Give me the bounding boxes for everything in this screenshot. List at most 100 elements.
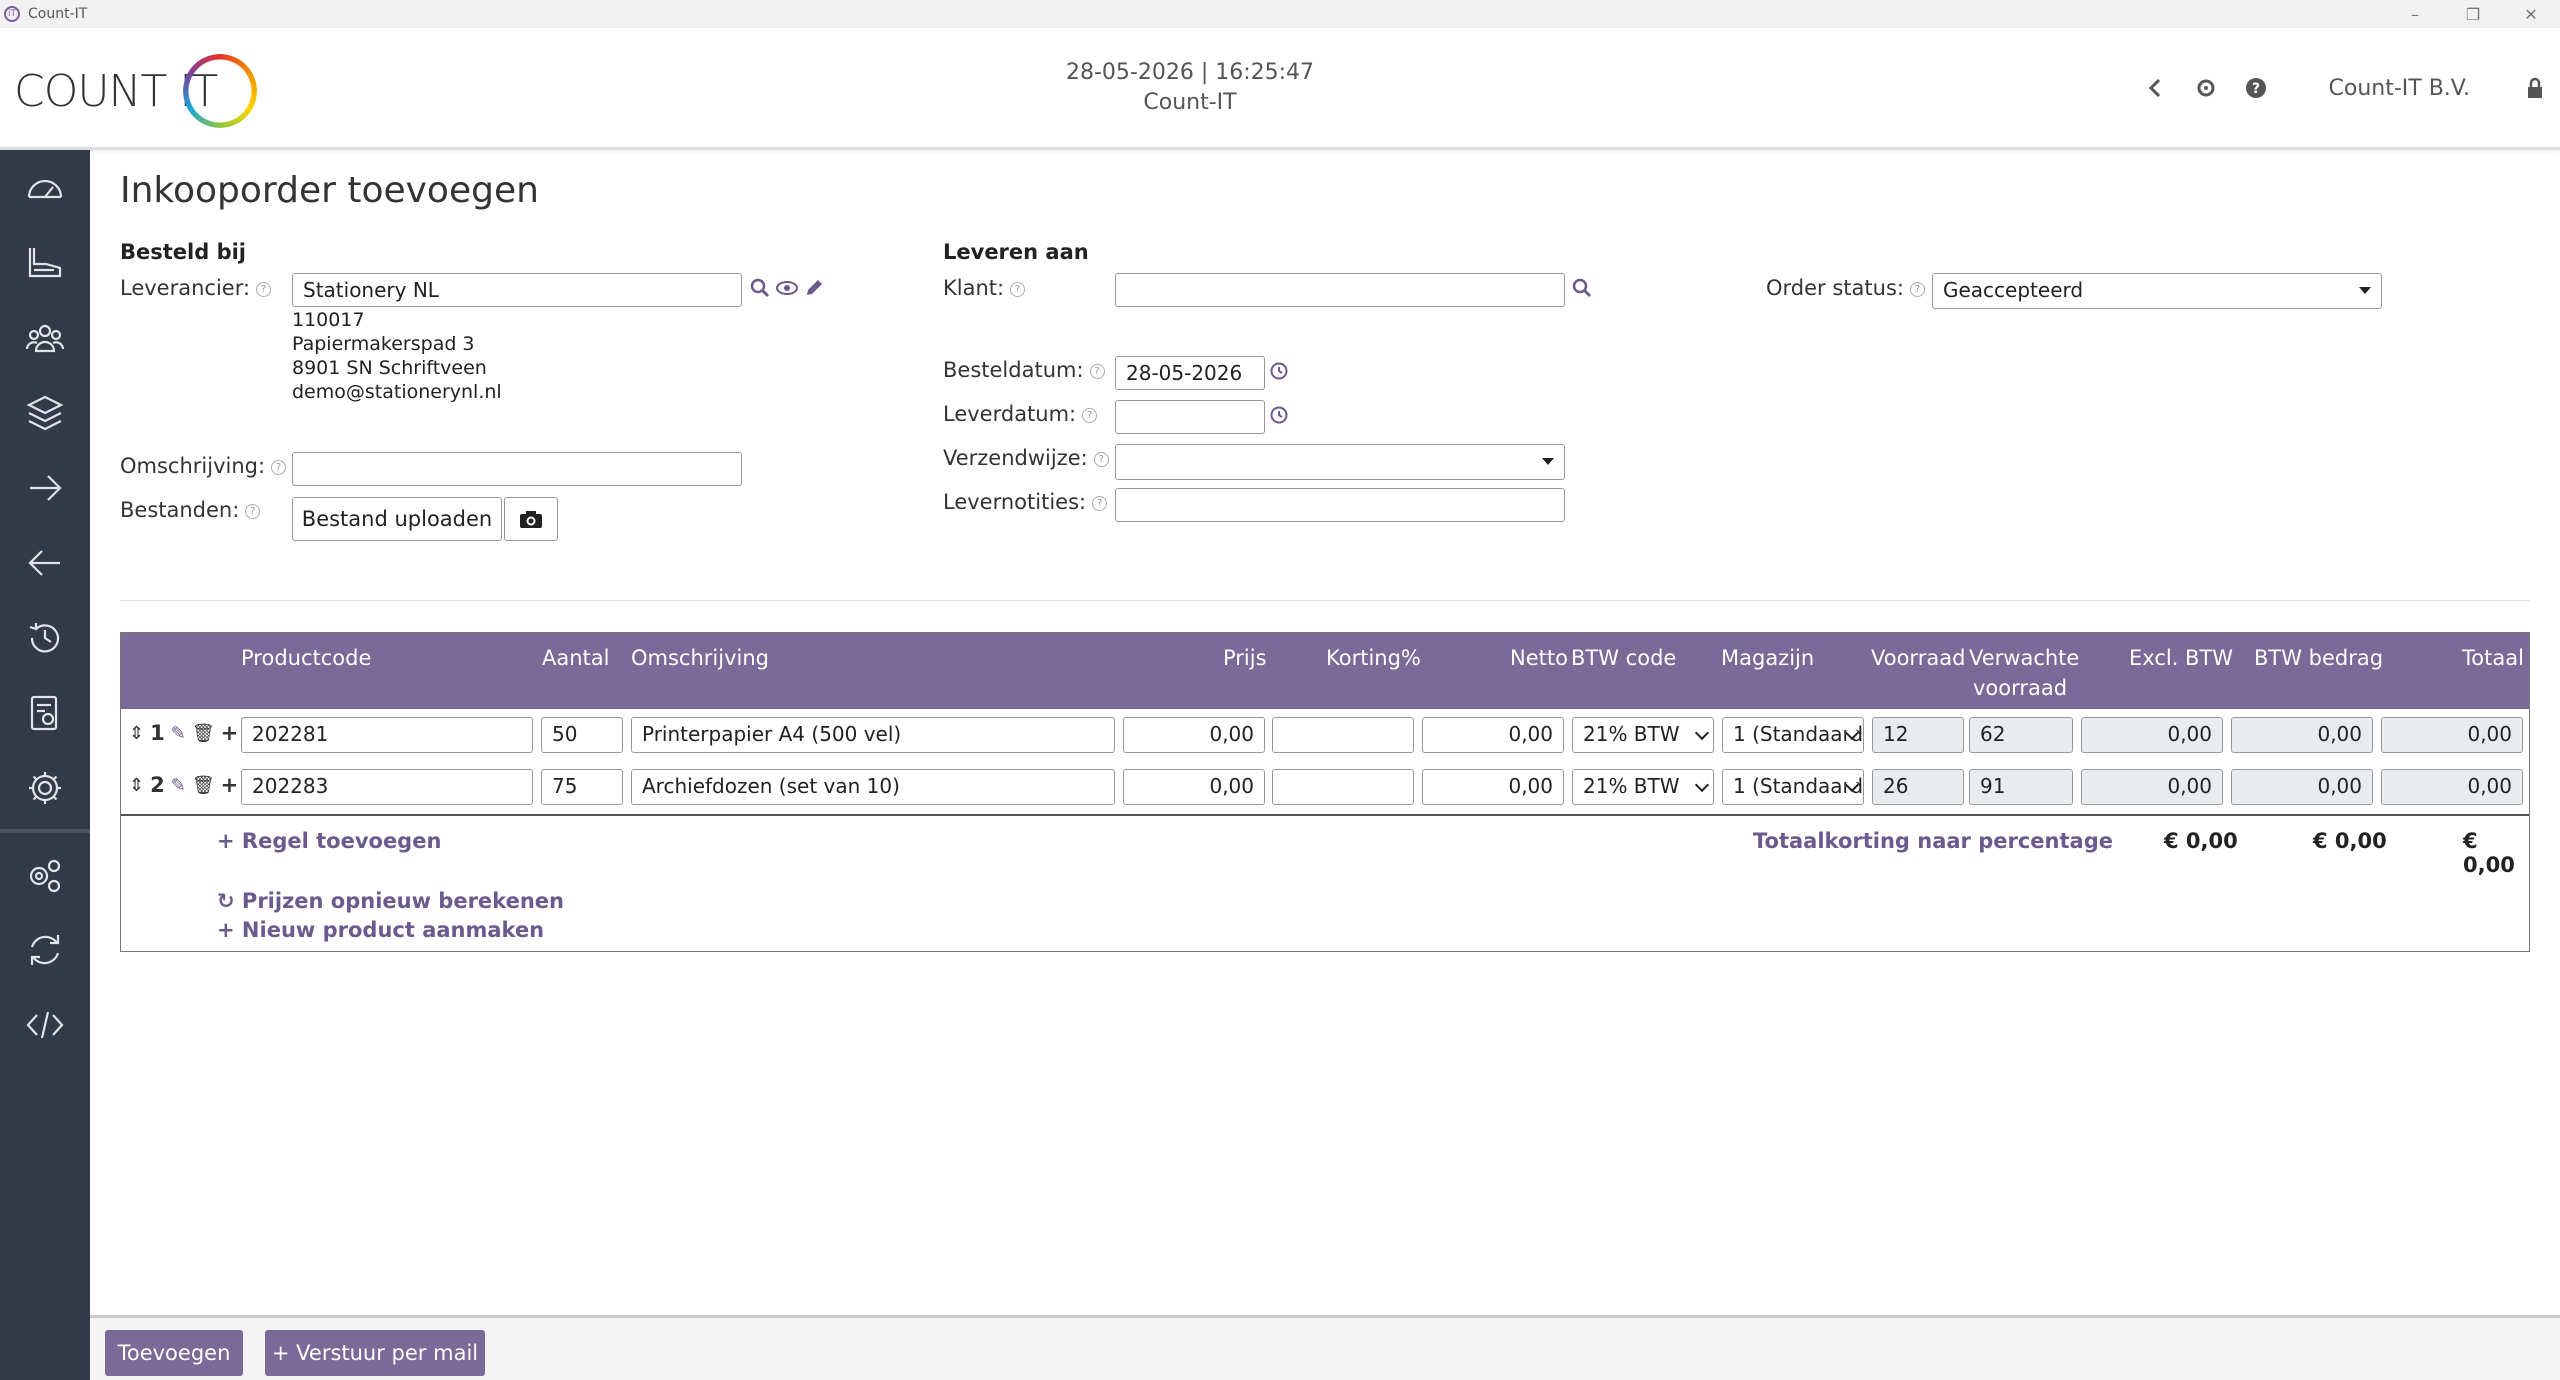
plus-icon[interactable]: + [221,773,239,797]
aantal-input[interactable]: 50 [541,717,623,753]
magazijn-select[interactable]: 1 (Standaard) [1722,717,1864,753]
close-icon[interactable]: ✕ [2502,0,2560,28]
arrow-left-icon [28,549,60,576]
sidebar-item-developer[interactable] [0,987,90,1062]
order-status-select[interactable]: Geaccepteerd [1932,273,2382,309]
leverdatum-input[interactable] [1115,400,1265,434]
clock-icon[interactable] [1270,406,1288,429]
edit-icon[interactable]: ✎ [171,723,186,744]
help-icon[interactable]: ? [1909,281,1925,297]
row-controls: ⇕ 2 ✎ 🗑 + [129,773,238,797]
company-name[interactable]: Count-IT B.V. [2329,76,2471,101]
lock-icon[interactable] [2522,75,2548,101]
row-controls: ⇕ 1 ✎ 🗑 + [129,721,238,745]
help-icon[interactable]: ? [1082,407,1098,423]
col-verwachte: Verwachte [1969,646,2080,670]
upload-file-button[interactable]: Bestand uploaden [292,497,502,541]
omschrijving-input[interactable]: Printerpapier A4 (500 vel) [631,717,1115,753]
help-icon[interactable]: ? [245,503,261,519]
help-icon[interactable]: ? [1093,451,1109,467]
omschrijving-input[interactable] [292,452,742,486]
trash-icon[interactable]: 🗑 [192,723,215,744]
sidebar-item-dashboard[interactable] [0,150,90,225]
camera-icon [520,511,542,528]
plus-icon[interactable]: + [221,721,239,745]
supplier-city: 8901 SN Schriftveen [292,357,487,379]
logo[interactable]: COUNT IT [14,54,258,128]
clock-icon[interactable] [1270,362,1288,385]
sidebar-item-outgoing[interactable] [0,450,90,525]
help-icon[interactable]: ? [1092,495,1108,511]
add-button[interactable]: Toevoegen [105,1330,243,1376]
minimize-icon[interactable]: – [2386,0,2444,28]
back-icon[interactable] [2143,75,2169,101]
korting-input[interactable] [1272,717,1414,753]
sidebar-item-sync[interactable] [0,912,90,987]
sync-icon [30,934,60,965]
eye-icon[interactable] [776,278,798,303]
recalculate-prices-link[interactable]: ↻ Prijzen opnieuw berekenen [217,889,564,913]
help-icon[interactable]: ? [256,281,272,297]
reorder-icon[interactable]: ⇕ [129,775,144,796]
sidebar-item-relations[interactable] [0,300,90,375]
besteldatum-label: Besteldatum:? [943,358,1105,382]
leverancier-input[interactable]: Stationery NL [292,273,742,307]
reorder-icon[interactable]: ⇕ [129,723,144,744]
korting-input[interactable] [1272,769,1414,805]
excl-btw-field: 0,00 [2081,769,2223,805]
total-excl-btw: € 0,00 [2164,829,2238,853]
send-mail-button[interactable]: + Verstuur per mail [265,1330,485,1376]
header-subtitle: Count-IT [1143,90,1237,115]
help-icon[interactable]: ? [1010,281,1026,297]
btw-select[interactable]: 21% BTW [1572,717,1714,753]
col-totaal: Totaal [2462,646,2524,670]
search-icon[interactable] [750,278,770,303]
productcode-input[interactable]: 202281 [241,717,533,753]
new-product-link[interactable]: + Nieuw product aanmaken [217,918,544,942]
sidebar-item-settings[interactable] [0,750,90,825]
total-discount-link[interactable]: Totaalkorting naar percentage [1753,829,2113,853]
prijs-input[interactable]: 0,00 [1123,717,1265,753]
klant-input[interactable] [1115,273,1565,307]
chevron-down-icon [1694,777,1710,793]
row-number: 1 [150,721,165,745]
camera-button[interactable] [504,497,558,541]
trash-icon[interactable]: 🗑 [192,775,215,796]
sidebar-item-reports[interactable] [0,675,90,750]
productcode-input[interactable]: 202283 [241,769,533,805]
verzendwijze-select[interactable] [1115,444,1565,480]
help-icon[interactable]: ? [271,459,287,475]
aantal-input[interactable]: 75 [541,769,623,805]
window-title: Count-IT [28,6,88,22]
dropdown-arrow-icon [1542,458,1554,465]
col-korting: Korting% [1326,646,1421,670]
prijs-input[interactable]: 0,00 [1123,769,1265,805]
section-besteld-bij: Besteld bij [120,240,246,264]
history-icon [29,622,60,652]
voorraad-field: 12 [1872,717,1964,753]
btw-select[interactable]: 21% BTW [1572,769,1714,805]
search-icon[interactable] [1572,278,1592,303]
magazijn-select[interactable]: 1 (Standaard) [1722,769,1864,805]
besteldatum-input[interactable]: 28-05-2026 [1115,356,1265,390]
levernotities-input[interactable] [1115,488,1565,522]
edit-icon[interactable] [804,278,824,303]
help-icon[interactable]: ? [1089,363,1105,379]
netto-input[interactable]: 0,00 [1422,769,1564,805]
settings-icon[interactable] [2193,75,2219,101]
sidebar-item-articles[interactable] [0,225,90,300]
edit-icon[interactable]: ✎ [171,775,186,796]
netto-input[interactable]: 0,00 [1422,717,1564,753]
report-icon [30,695,58,730]
col-verwachte-voorraad: voorraad [1973,676,2068,700]
sidebar-item-incoming[interactable] [0,525,90,600]
help-icon[interactable]: ? [2243,75,2269,101]
sidebar-item-stock[interactable] [0,375,90,450]
add-row-link[interactable]: + Regel toevoegen [217,829,441,853]
sidebar-item-history[interactable] [0,600,90,675]
omschrijving-input[interactable]: Archiefdozen (set van 10) [631,769,1115,805]
header-datetime: 28-05-2026 | 16:25:47 [1065,60,1315,85]
code-icon [26,1011,64,1038]
restore-icon[interactable]: ❐ [2444,0,2502,28]
sidebar-item-advanced-settings[interactable] [0,837,90,912]
